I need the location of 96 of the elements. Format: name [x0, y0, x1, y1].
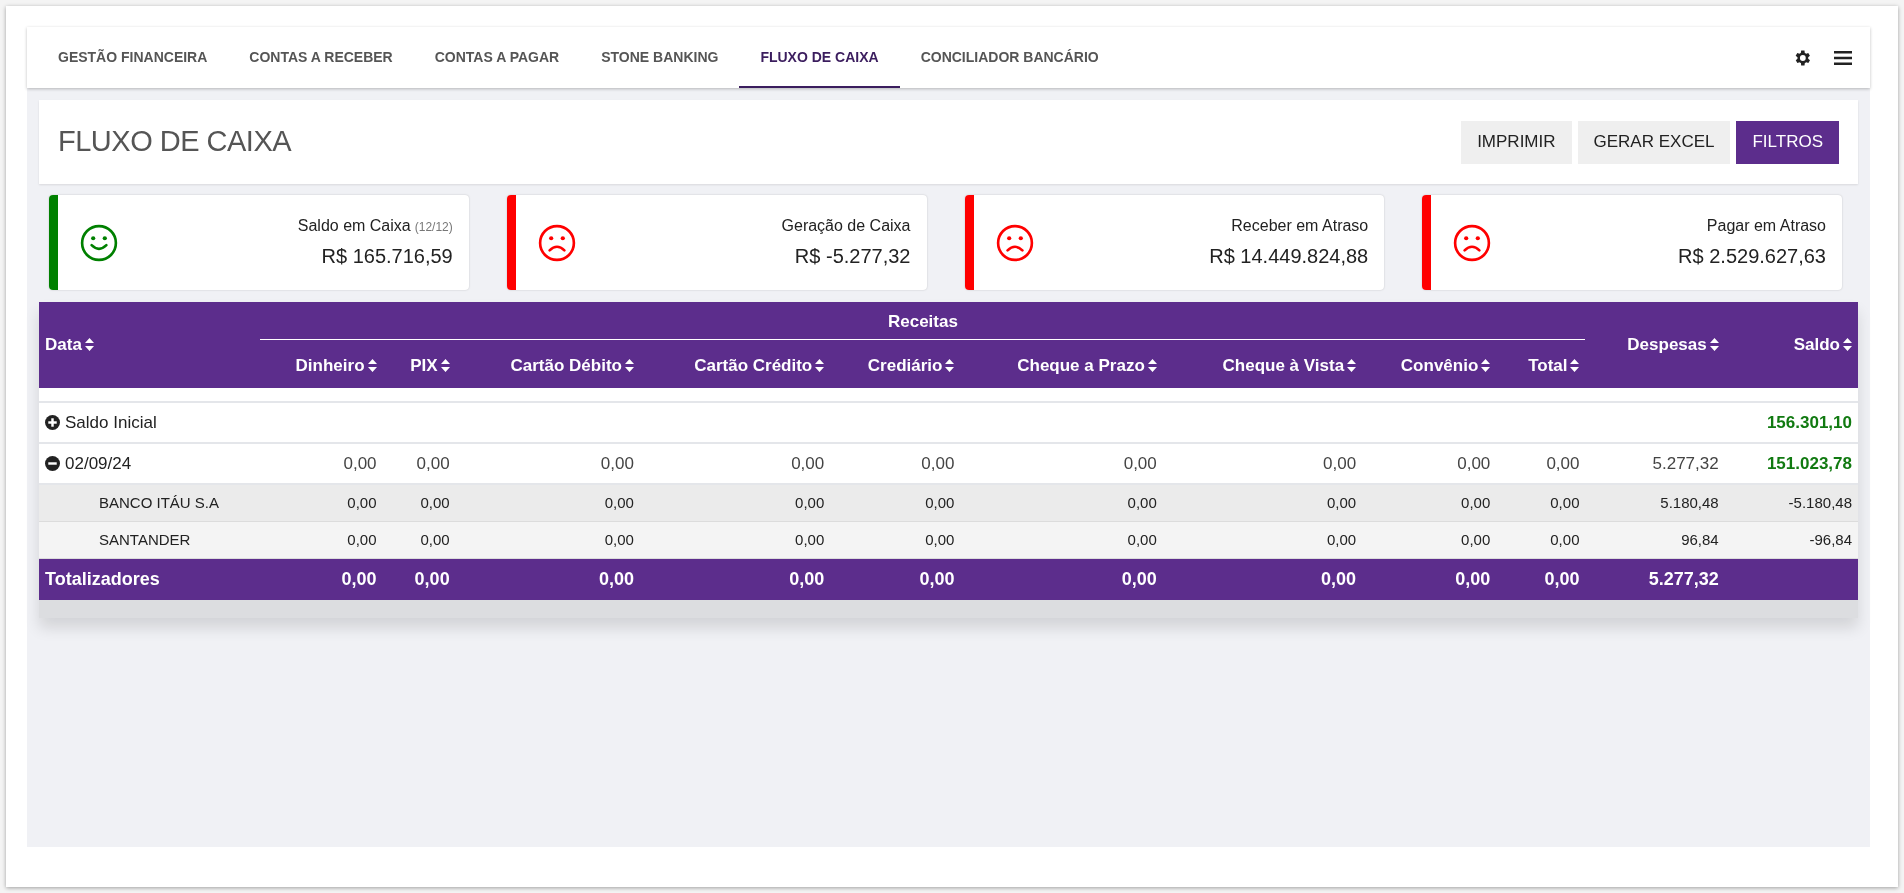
table-cell: 151.023,78: [1766, 453, 1852, 473]
table-cell: -96,84: [1809, 530, 1852, 548]
total-cell: 5.277,32: [1648, 568, 1719, 589]
table-cell: 0,00: [1326, 530, 1357, 548]
nav-tab[interactable]: STONE BANKING: [580, 27, 740, 88]
card-value: R$ 165.716,59: [321, 244, 453, 269]
total-cell: 0,00: [919, 568, 955, 589]
table-cell: 0,00: [1550, 530, 1580, 548]
toolbar-button[interactable]: GERAR EXCEL: [1577, 120, 1731, 164]
card-label: Pagar em Atraso: [1706, 216, 1826, 236]
card-label: Geração de Caixa: [781, 216, 911, 236]
sort-icon[interactable]: [1147, 359, 1157, 373]
table-cell: 0,00: [1546, 453, 1580, 473]
card-value: R$ -5.277,32: [794, 244, 911, 269]
table-cell: 0,00: [1123, 453, 1157, 473]
table-cell: 0,00: [1461, 530, 1491, 548]
total-cell: 0,00: [1121, 568, 1157, 589]
column-header[interactable]: Total: [1528, 356, 1580, 376]
table-cell: 0,00: [791, 453, 825, 473]
total-cell: 0,00: [1544, 568, 1580, 589]
nav-tab[interactable]: GESTÃO FINANCEIRA: [37, 27, 229, 88]
table-cell: 0,00: [600, 453, 634, 473]
total-cell: 0,00: [598, 568, 634, 589]
table-cell: 0,00: [925, 530, 955, 548]
nav-tab[interactable]: CONTAS A RECEBER: [228, 27, 414, 88]
sort-icon[interactable]: [440, 359, 450, 373]
table-cell: -5.180,48: [1788, 493, 1852, 511]
table-cell: 0,00: [347, 493, 377, 511]
sort-icon[interactable]: [624, 359, 634, 373]
table-cell: 0,00: [604, 493, 634, 511]
toolbar-button[interactable]: FILTROS: [1736, 120, 1839, 164]
table-cell: 0,00: [795, 493, 825, 511]
table-cell: 0,00: [604, 530, 634, 548]
table-cell: 0,00: [795, 530, 825, 548]
table-cell: 0,00: [420, 530, 450, 548]
total-cell: 0,00: [341, 568, 377, 589]
row-label: Saldo Inicial: [65, 412, 157, 432]
table-cell: 5.180,48: [1660, 493, 1719, 511]
page-title: FLUXO DE CAIXA: [58, 124, 292, 160]
row-label: BANCO ITÁU S.A: [99, 493, 220, 511]
column-header[interactable]: Data: [45, 335, 94, 355]
sort-icon[interactable]: [1347, 359, 1357, 373]
collapse-icon[interactable]: [45, 455, 60, 471]
table-cell: 0,00: [416, 453, 450, 473]
expand-icon[interactable]: [45, 414, 60, 430]
column-header[interactable]: Cheque à Vista: [1222, 356, 1357, 376]
total-cell: 0,00: [414, 568, 450, 589]
sort-icon[interactable]: [1481, 359, 1491, 373]
card-label: Receber em Atraso: [1231, 216, 1369, 236]
table-cell: 0,00: [347, 530, 377, 548]
column-header[interactable]: PIX: [410, 356, 450, 376]
column-header[interactable]: Cheque a Prazo: [1017, 356, 1157, 376]
card-note: (12/12): [414, 219, 453, 236]
column-header[interactable]: Dinheiro: [295, 356, 377, 376]
column-header[interactable]: Cartão Crédito: [694, 356, 825, 376]
sort-icon[interactable]: [367, 359, 377, 373]
table-cell: 0,00: [1461, 493, 1491, 511]
nav-tab[interactable]: CONCILIADOR BANCÁRIO: [899, 27, 1120, 88]
total-cell: 0,00: [789, 568, 825, 589]
toolbar-button[interactable]: IMPRIMIR: [1461, 120, 1572, 164]
table-cell: 0,00: [921, 453, 955, 473]
card-value: R$ 14.449.824,88: [1209, 244, 1369, 269]
sort-icon[interactable]: [84, 338, 94, 352]
total-cell: 0,00: [1455, 568, 1491, 589]
column-header[interactable]: Cartão Débito: [510, 356, 634, 376]
table-cell: 0,00: [1457, 453, 1491, 473]
totals-label: Totalizadores: [45, 568, 160, 589]
nav-tab[interactable]: FLUXO DE CAIXA: [739, 27, 900, 88]
sort-icon[interactable]: [815, 359, 825, 373]
table-cell: 96,84: [1681, 530, 1719, 548]
table-cell: 0,00: [1323, 453, 1357, 473]
column-header[interactable]: Crediário: [867, 356, 955, 376]
sort-icon[interactable]: [1570, 359, 1580, 373]
table-cell: 0,00: [343, 453, 377, 473]
sort-icon[interactable]: [945, 359, 955, 373]
row-label: 02/09/24: [65, 453, 132, 473]
column-group-header: Receitas: [260, 308, 1586, 340]
table-cell: 0,00: [420, 493, 450, 511]
sort-icon[interactable]: [1843, 338, 1852, 352]
nav-tab[interactable]: CONTAS A PAGAR: [413, 27, 581, 88]
table-cell: 0,00: [1127, 493, 1157, 511]
menu-icon[interactable]: [1834, 49, 1852, 66]
table-cell: 156.301,10: [1766, 412, 1852, 432]
table-cell: 0,00: [1550, 493, 1580, 511]
sort-icon[interactable]: [1709, 338, 1719, 352]
card-label: Saldo em Caixa: [297, 216, 411, 236]
table-cell: 0,00: [1127, 530, 1157, 548]
row-label: SANTANDER: [99, 530, 191, 548]
column-header[interactable]: Despesas: [1627, 335, 1719, 355]
total-cell: 0,00: [1321, 568, 1357, 589]
table-cell: 5.277,32: [1652, 453, 1719, 473]
column-header[interactable]: Convênio: [1400, 356, 1491, 376]
column-header[interactable]: Saldo: [1793, 335, 1852, 355]
table-cell: 0,00: [1326, 493, 1357, 511]
table-cell: 0,00: [925, 493, 955, 511]
card-value: R$ 2.529.627,63: [1678, 244, 1826, 269]
